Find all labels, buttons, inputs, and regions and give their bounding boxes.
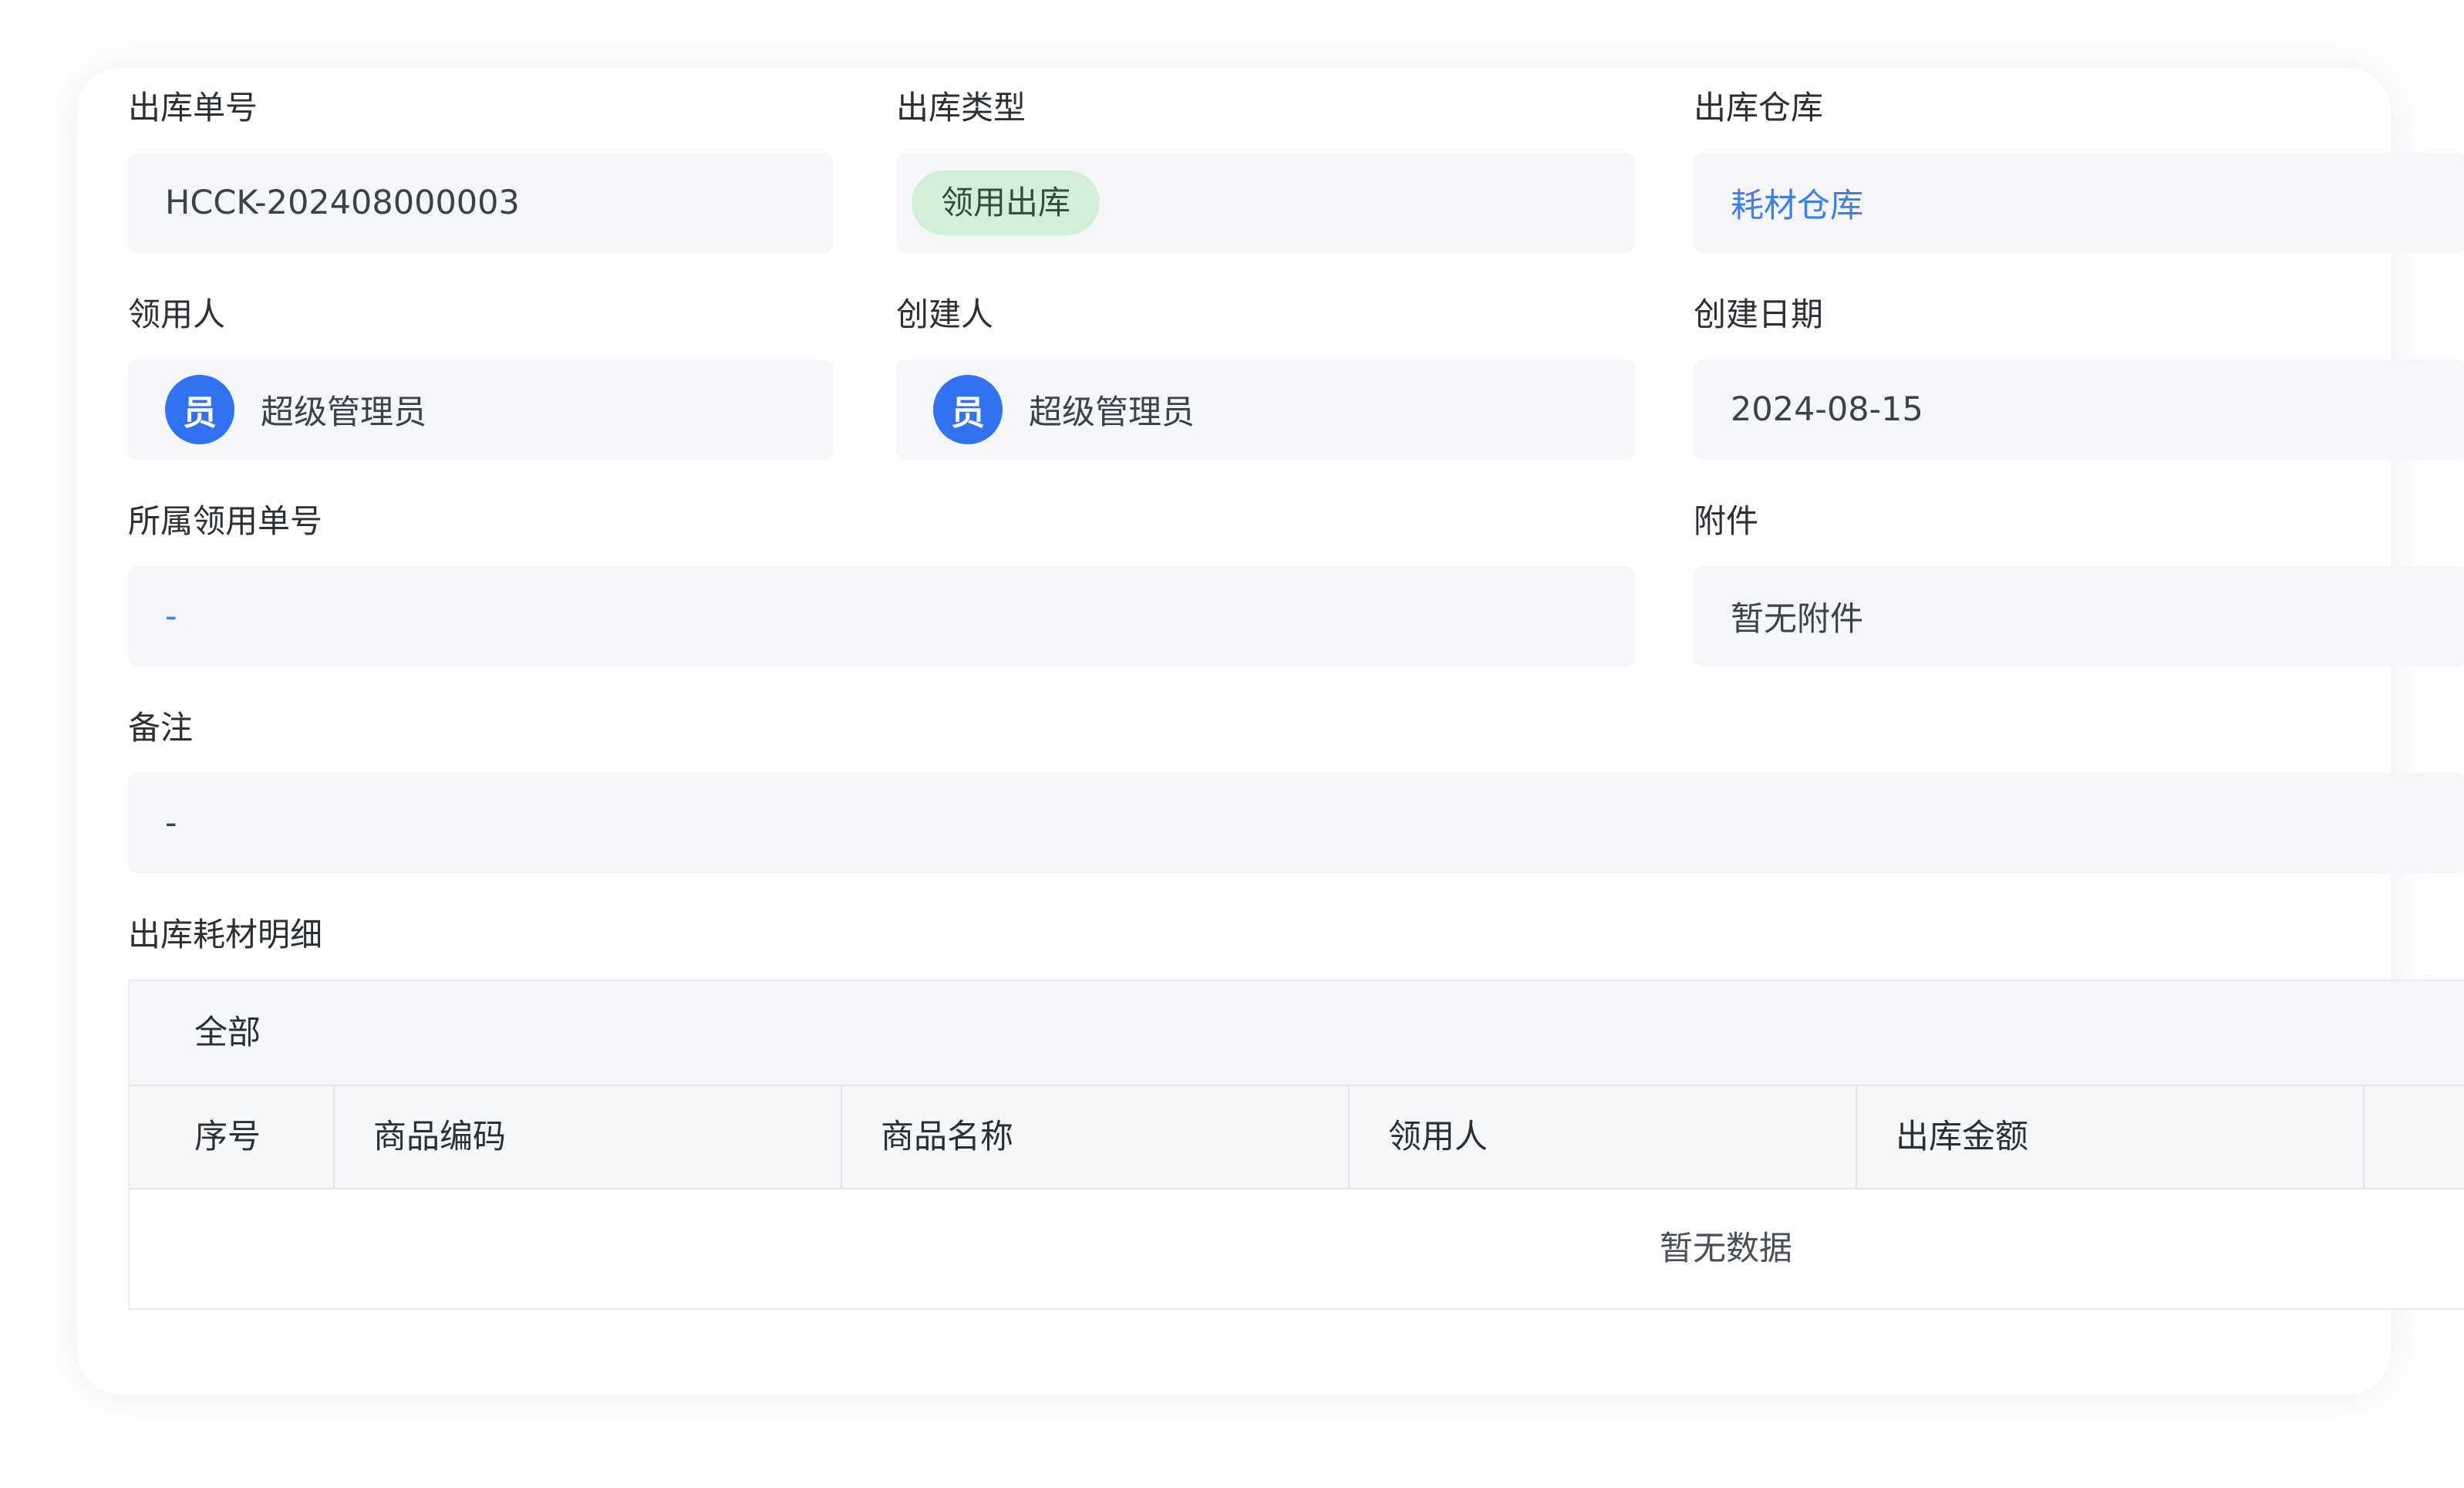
warehouse-field: 耗材仓库 [1694, 153, 2464, 253]
out-no-value: HCCK-202408000003 [165, 184, 520, 222]
out-type-field: 领用出库 [896, 153, 1635, 253]
outbound-detail-card: 出库单号 HCCK-202408000003 出库类型 领用出库 出库仓库 耗材… [77, 68, 2464, 1395]
requisition-no-label: 所属领用单号 [128, 502, 323, 540]
empty-text: 暂无数据 [1660, 1230, 1792, 1268]
requisition-no-value: - [165, 597, 177, 636]
out-no-field: HCCK-202408000003 [128, 153, 833, 253]
remark-value: - [165, 804, 177, 842]
column-header-amount: 出库金额 [1857, 1086, 2365, 1188]
out-type-label: 出库类型 [896, 89, 1026, 127]
creator-label: 创建人 [896, 295, 994, 333]
warehouse-label: 出库仓库 [1694, 89, 1824, 127]
recipient-label: 领用人 [128, 295, 226, 333]
column-header-index: 序号 [130, 1086, 335, 1188]
column-header-product-name: 商品名称 [842, 1086, 1350, 1188]
remark-label: 备注 [128, 709, 194, 747]
remark-field: - [128, 773, 2464, 873]
warehouse-link[interactable]: 耗材仓库 [1731, 179, 1863, 227]
recipient-avatar: 员 [165, 375, 234, 444]
details-table-header: 序号 商品编码 商品名称 领用人 出库金额 [130, 1086, 2464, 1189]
creator-avatar: 员 [933, 375, 1003, 444]
details-tab-bar: 全部 [130, 981, 2464, 1086]
details-empty-state: 暂无数据 [130, 1188, 2464, 1310]
details-table: 全部 序号 商品编码 商品名称 领用人 出库金额 暂无数据 [128, 980, 2464, 1310]
created-date-field: 2024-08-15 [1694, 359, 2464, 460]
attachment-label: 附件 [1694, 502, 1759, 540]
out-no-label: 出库单号 [128, 89, 258, 127]
out-type-tag: 领用出库 [912, 170, 1101, 235]
creator-field: 员 超级管理员 [896, 359, 1635, 460]
card-content: 出库单号 HCCK-202408000003 出库类型 领用出库 出库仓库 耗材… [77, 68, 2464, 1395]
requisition-no-field: - [128, 566, 1635, 666]
details-title: 出库耗材明细 [128, 916, 323, 953]
creator-name: 超级管理员 [1029, 393, 1195, 432]
created-date-label: 创建日期 [1694, 295, 1824, 333]
tab-all[interactable]: 全部 [194, 981, 261, 1085]
recipient-field: 员 超级管理员 [128, 359, 833, 460]
attachment-value: 暂无附件 [1731, 600, 1863, 639]
attachment-field: 暂无附件 [1694, 566, 2464, 666]
column-header-product-code: 商品编码 [335, 1086, 842, 1188]
recipient-name: 超级管理员 [261, 393, 426, 432]
created-date-value: 2024-08-15 [1731, 390, 1923, 429]
column-header-recipient: 领用人 [1350, 1086, 1857, 1188]
